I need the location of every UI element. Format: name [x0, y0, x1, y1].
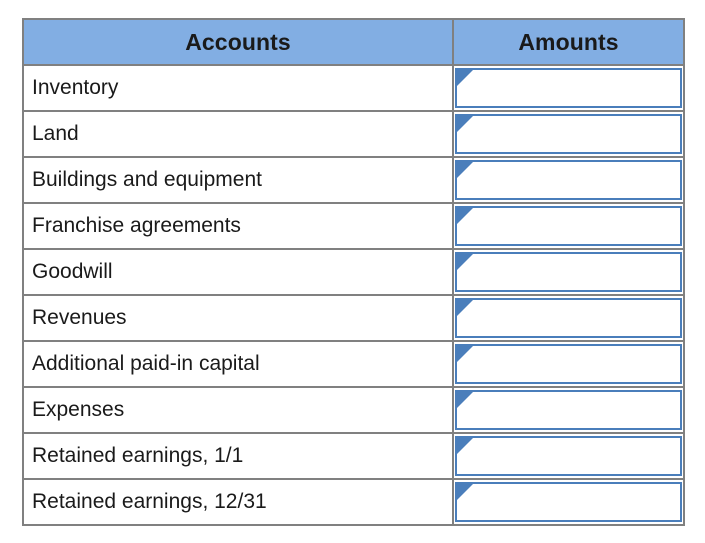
amount-input-wrapper	[455, 160, 682, 200]
amount-entry-cell	[452, 340, 685, 388]
account-label-cell: Retained earnings, 12/31	[22, 478, 454, 526]
table-header: Accounts Amounts	[22, 18, 685, 66]
table-row: Land	[22, 110, 685, 158]
account-label-cell: Revenues	[22, 294, 454, 342]
account-label-cell: Franchise agreements	[22, 202, 454, 250]
table-row: Retained earnings, 1/1	[22, 432, 685, 480]
amount-entry-cell	[452, 432, 685, 480]
account-label-cell: Inventory	[22, 64, 454, 112]
amount-entry-cell	[452, 64, 685, 112]
amount-entry-cell	[452, 294, 685, 342]
header-row: Accounts Amounts	[22, 18, 685, 66]
amount-input-wrapper	[455, 68, 682, 108]
amount-input[interactable]	[455, 344, 682, 384]
amount-input[interactable]	[455, 114, 682, 154]
amount-entry-cell	[452, 386, 685, 434]
amount-entry-cell	[452, 478, 685, 526]
amount-input-wrapper	[455, 436, 682, 476]
amount-input[interactable]	[455, 482, 682, 522]
table-row: Franchise agreements	[22, 202, 685, 250]
amount-input-wrapper	[455, 344, 682, 384]
account-label-cell: Retained earnings, 1/1	[22, 432, 454, 480]
amount-input-wrapper	[455, 114, 682, 154]
account-label-cell: Additional paid-in capital	[22, 340, 454, 388]
account-label-cell: Land	[22, 110, 454, 158]
column-header-amounts: Amounts	[452, 18, 685, 66]
table-row: Expenses	[22, 386, 685, 434]
amount-input[interactable]	[455, 436, 682, 476]
column-header-accounts: Accounts	[22, 18, 454, 66]
amount-entry-cell	[452, 156, 685, 204]
account-label-cell: Expenses	[22, 386, 454, 434]
amount-input-wrapper	[455, 390, 682, 430]
table-row: Buildings and equipment	[22, 156, 685, 204]
table-row: Retained earnings, 12/31	[22, 478, 685, 526]
amount-input[interactable]	[455, 68, 682, 108]
amount-input-wrapper	[455, 482, 682, 522]
amount-input[interactable]	[455, 298, 682, 338]
amount-input-wrapper	[455, 206, 682, 246]
account-label-cell: Goodwill	[22, 248, 454, 296]
table-row: Additional paid-in capital	[22, 340, 685, 388]
amount-input[interactable]	[455, 390, 682, 430]
amount-input-wrapper	[455, 252, 682, 292]
table-row: Revenues	[22, 294, 685, 342]
table-body: Inventory Land Buildings and equipment Fran…	[22, 64, 685, 526]
amount-entry-cell	[452, 248, 685, 296]
accounts-amounts-worksheet: Accounts Amounts Inventory Land Buildings …	[22, 18, 685, 526]
account-label-cell: Buildings and equipment	[22, 156, 454, 204]
amount-entry-cell	[452, 110, 685, 158]
amount-entry-cell	[452, 202, 685, 250]
table-row: Inventory	[22, 64, 685, 112]
amount-input[interactable]	[455, 252, 682, 292]
amount-input[interactable]	[455, 160, 682, 200]
table-row: Goodwill	[22, 248, 685, 296]
amount-input[interactable]	[455, 206, 682, 246]
amount-input-wrapper	[455, 298, 682, 338]
accounts-amounts-table: Accounts Amounts Inventory Land Buildings …	[22, 18, 685, 526]
